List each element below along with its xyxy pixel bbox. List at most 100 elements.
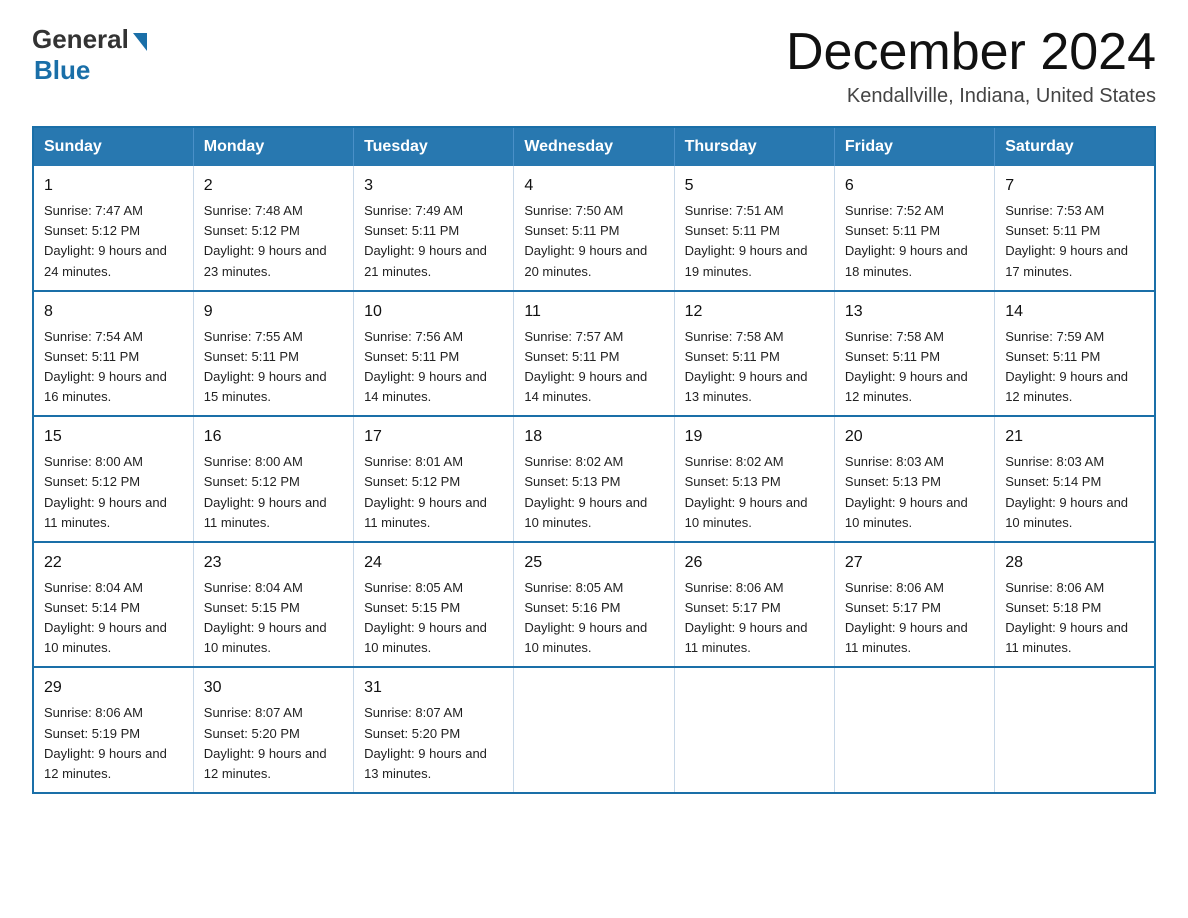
header-saturday: Saturday	[995, 127, 1155, 166]
calendar-cell: 19 Sunrise: 8:02 AMSunset: 5:13 PMDayligh…	[674, 416, 834, 542]
day-number: 10	[364, 300, 503, 324]
day-number: 23	[204, 551, 343, 575]
logo-arrow-icon	[133, 33, 147, 51]
day-number: 9	[204, 300, 343, 324]
day-number: 8	[44, 300, 183, 324]
day-number: 13	[845, 300, 984, 324]
calendar-cell: 5 Sunrise: 7:51 AMSunset: 5:11 PMDaylight…	[674, 166, 834, 291]
calendar-cell: 8 Sunrise: 7:54 AMSunset: 5:11 PMDaylight…	[33, 291, 193, 417]
day-number: 22	[44, 551, 183, 575]
calendar-cell	[514, 667, 674, 793]
day-info: Sunrise: 8:04 AMSunset: 5:15 PMDaylight:…	[204, 580, 327, 655]
day-number: 14	[1005, 300, 1144, 324]
day-info: Sunrise: 8:05 AMSunset: 5:16 PMDaylight:…	[524, 580, 647, 655]
day-number: 24	[364, 551, 503, 575]
calendar-cell: 1Sunrise: 7:47 AMSunset: 5:12 PMDaylight…	[33, 166, 193, 291]
header-wednesday: Wednesday	[514, 127, 674, 166]
calendar-cell	[674, 667, 834, 793]
day-number: 11	[524, 300, 663, 324]
day-number: 2	[204, 174, 343, 198]
calendar-cell	[834, 667, 994, 793]
day-number: 15	[44, 425, 183, 449]
calendar-cell: 14 Sunrise: 7:59 AMSunset: 5:11 PMDayligh…	[995, 291, 1155, 417]
day-number: 7	[1005, 174, 1144, 198]
day-number: 28	[1005, 551, 1144, 575]
header-friday: Friday	[834, 127, 994, 166]
calendar-cell: 16Sunrise: 8:00 AMSunset: 5:12 PMDayligh…	[193, 416, 353, 542]
calendar-cell: 17Sunrise: 8:01 AMSunset: 5:12 PMDayligh…	[354, 416, 514, 542]
day-info: Sunrise: 8:05 AMSunset: 5:15 PMDaylight:…	[364, 580, 487, 655]
day-info: Sunrise: 8:01 AMSunset: 5:12 PMDaylight:…	[364, 454, 487, 529]
day-info: Sunrise: 7:51 AMSunset: 5:11 PMDaylight:…	[685, 203, 808, 278]
day-number: 25	[524, 551, 663, 575]
header-tuesday: Tuesday	[354, 127, 514, 166]
day-info: Sunrise: 7:57 AMSunset: 5:11 PMDaylight:…	[524, 329, 647, 404]
day-info: Sunrise: 7:59 AMSunset: 5:11 PMDaylight:…	[1005, 329, 1128, 404]
day-number: 5	[685, 174, 824, 198]
calendar-cell: 4 Sunrise: 7:50 AMSunset: 5:11 PMDaylight…	[514, 166, 674, 291]
calendar-table: SundayMondayTuesdayWednesdayThursdayFrid…	[32, 126, 1156, 794]
week-row-2: 8 Sunrise: 7:54 AMSunset: 5:11 PMDaylight…	[33, 291, 1155, 417]
calendar-cell	[995, 667, 1155, 793]
calendar-cell: 28Sunrise: 8:06 AMSunset: 5:18 PMDayligh…	[995, 542, 1155, 668]
calendar-cell: 27Sunrise: 8:06 AMSunset: 5:17 PMDayligh…	[834, 542, 994, 668]
day-number: 18	[524, 425, 663, 449]
day-info: Sunrise: 8:06 AMSunset: 5:19 PMDaylight:…	[44, 705, 167, 780]
day-info: Sunrise: 7:53 AMSunset: 5:11 PMDaylight:…	[1005, 203, 1128, 278]
calendar-cell: 21Sunrise: 8:03 AMSunset: 5:14 PMDayligh…	[995, 416, 1155, 542]
calendar-cell: 18 Sunrise: 8:02 AMSunset: 5:13 PMDayligh…	[514, 416, 674, 542]
day-number: 26	[685, 551, 824, 575]
day-info: Sunrise: 8:02 AMSunset: 5:13 PMDaylight:…	[685, 454, 808, 529]
week-row-4: 22 Sunrise: 8:04 AMSunset: 5:14 PMDayligh…	[33, 542, 1155, 668]
day-info: Sunrise: 7:54 AMSunset: 5:11 PMDaylight:…	[44, 329, 167, 404]
calendar-cell: 6Sunrise: 7:52 AMSunset: 5:11 PMDaylight…	[834, 166, 994, 291]
day-info: Sunrise: 7:52 AMSunset: 5:11 PMDaylight:…	[845, 203, 968, 278]
calendar-cell: 7 Sunrise: 7:53 AMSunset: 5:11 PMDaylight…	[995, 166, 1155, 291]
calendar-cell: 26 Sunrise: 8:06 AMSunset: 5:17 PMDayligh…	[674, 542, 834, 668]
calendar-cell: 31 Sunrise: 8:07 AMSunset: 5:20 PMDayligh…	[354, 667, 514, 793]
week-row-1: 1Sunrise: 7:47 AMSunset: 5:12 PMDaylight…	[33, 166, 1155, 291]
day-number: 4	[524, 174, 663, 198]
calendar-cell: 2Sunrise: 7:48 AMSunset: 5:12 PMDaylight…	[193, 166, 353, 291]
logo: General Blue	[32, 24, 147, 86]
day-number: 19	[685, 425, 824, 449]
location-text: Kendallville, Indiana, United States	[786, 85, 1156, 108]
day-number: 21	[1005, 425, 1144, 449]
day-info: Sunrise: 8:07 AMSunset: 5:20 PMDaylight:…	[364, 705, 487, 780]
calendar-cell: 20Sunrise: 8:03 AMSunset: 5:13 PMDayligh…	[834, 416, 994, 542]
day-number: 29	[44, 676, 183, 700]
day-info: Sunrise: 7:58 AMSunset: 5:11 PMDaylight:…	[685, 329, 808, 404]
calendar-header: SundayMondayTuesdayWednesdayThursdayFrid…	[33, 127, 1155, 166]
week-row-3: 15 Sunrise: 8:00 AMSunset: 5:12 PMDayligh…	[33, 416, 1155, 542]
day-info: Sunrise: 8:06 AMSunset: 5:17 PMDaylight:…	[685, 580, 808, 655]
header-row: SundayMondayTuesdayWednesdayThursdayFrid…	[33, 127, 1155, 166]
calendar-cell: 3 Sunrise: 7:49 AMSunset: 5:11 PMDaylight…	[354, 166, 514, 291]
calendar-cell: 12Sunrise: 7:58 AMSunset: 5:11 PMDayligh…	[674, 291, 834, 417]
day-number: 3	[364, 174, 503, 198]
day-number: 20	[845, 425, 984, 449]
day-info: Sunrise: 7:56 AMSunset: 5:11 PMDaylight:…	[364, 329, 487, 404]
calendar-cell: 25 Sunrise: 8:05 AMSunset: 5:16 PMDayligh…	[514, 542, 674, 668]
header-sunday: Sunday	[33, 127, 193, 166]
calendar-cell: 24 Sunrise: 8:05 AMSunset: 5:15 PMDayligh…	[354, 542, 514, 668]
day-info: Sunrise: 8:04 AMSunset: 5:14 PMDaylight:…	[44, 580, 167, 655]
logo-blue-text: Blue	[34, 55, 90, 86]
day-info: Sunrise: 8:00 AMSunset: 5:12 PMDaylight:…	[44, 454, 167, 529]
day-info: Sunrise: 8:06 AMSunset: 5:17 PMDaylight:…	[845, 580, 968, 655]
day-info: Sunrise: 8:00 AMSunset: 5:12 PMDaylight:…	[204, 454, 327, 529]
header-monday: Monday	[193, 127, 353, 166]
day-info: Sunrise: 7:49 AMSunset: 5:11 PMDaylight:…	[364, 203, 487, 278]
day-number: 31	[364, 676, 503, 700]
month-title: December 2024	[786, 24, 1156, 81]
calendar-cell: 22 Sunrise: 8:04 AMSunset: 5:14 PMDayligh…	[33, 542, 193, 668]
day-info: Sunrise: 7:50 AMSunset: 5:11 PMDaylight:…	[524, 203, 647, 278]
day-number: 1	[44, 174, 183, 198]
calendar-cell: 15 Sunrise: 8:00 AMSunset: 5:12 PMDayligh…	[33, 416, 193, 542]
calendar-cell: 13 Sunrise: 7:58 AMSunset: 5:11 PMDayligh…	[834, 291, 994, 417]
header-thursday: Thursday	[674, 127, 834, 166]
calendar-cell: 10 Sunrise: 7:56 AMSunset: 5:11 PMDayligh…	[354, 291, 514, 417]
day-info: Sunrise: 7:58 AMSunset: 5:11 PMDaylight:…	[845, 329, 968, 404]
day-info: Sunrise: 8:07 AMSunset: 5:20 PMDaylight:…	[204, 705, 327, 780]
day-info: Sunrise: 8:02 AMSunset: 5:13 PMDaylight:…	[524, 454, 647, 529]
week-row-5: 29 Sunrise: 8:06 AMSunset: 5:19 PMDayligh…	[33, 667, 1155, 793]
